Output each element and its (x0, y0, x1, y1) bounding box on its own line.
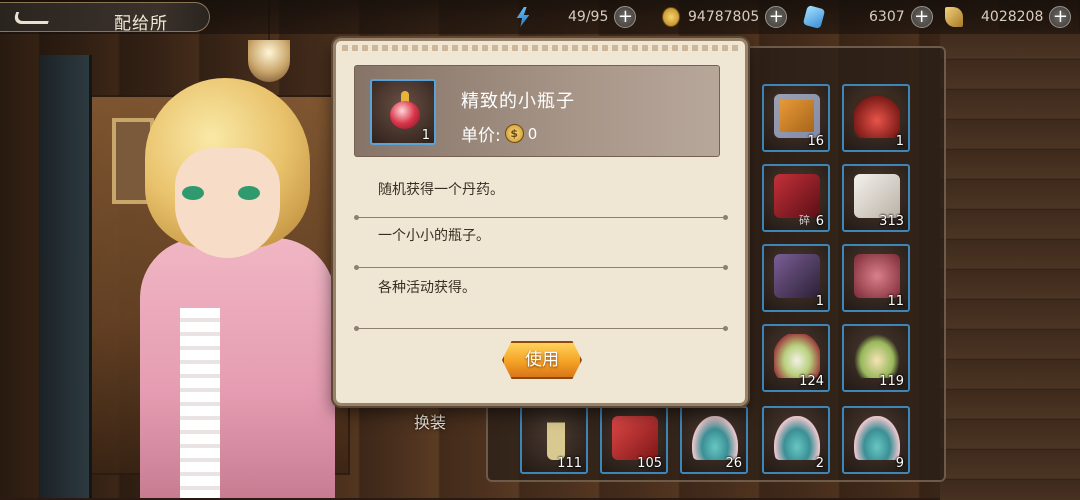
token-resource: 4028208 + (945, 4, 1072, 30)
lotus-icon (692, 416, 738, 460)
popup-trim (342, 45, 739, 51)
character-body (140, 238, 335, 498)
token-value: 4028208 (981, 9, 1044, 25)
use-button[interactable]: 使用 (502, 341, 582, 379)
price-label: 单价: (461, 126, 501, 146)
slot-count: 26 (725, 456, 742, 471)
slot-count: 2 (815, 456, 824, 471)
slot-count: 11 (887, 294, 904, 309)
lotus-icon (854, 416, 900, 460)
character-face (175, 148, 280, 258)
energy-value: 49/95 (568, 9, 609, 25)
slot-count: 111 (557, 456, 582, 471)
gem-value: 6307 (869, 9, 905, 25)
slot-count: 313 (879, 214, 904, 229)
dice-icon (854, 174, 900, 218)
potion-bottle-icon (854, 94, 900, 138)
inventory-slot[interactable]: 16 (762, 84, 830, 152)
add-coins-button[interactable]: + (765, 6, 788, 28)
inventory-slot[interactable]: 313 (842, 164, 910, 232)
right-wall (940, 30, 1080, 500)
feast-plate-icon (854, 334, 900, 378)
gourd-icon (854, 254, 900, 298)
inventory-slot[interactable]: 1 (762, 244, 830, 312)
lotus-icon (774, 416, 820, 460)
item-slot: 1 (370, 79, 436, 145)
character-eye-right (238, 186, 260, 200)
energy-resource: 49/95 + (514, 4, 637, 30)
slot-count: 9 (895, 456, 904, 471)
change-outfit-button[interactable]: 换装 (414, 409, 446, 433)
red-scroll-icon (612, 416, 658, 460)
slot-tag: 碎 (799, 214, 810, 227)
slot-count: 16 (807, 134, 824, 149)
salad-plate-icon (774, 334, 820, 378)
page-title: 配给所 (114, 14, 168, 34)
red-package-icon (774, 174, 820, 218)
coin-resource: 94787805 + (662, 4, 788, 30)
gift-box-icon (774, 94, 820, 138)
vial-icon (547, 416, 565, 460)
character-shirt (180, 308, 220, 498)
door (40, 55, 92, 498)
gem-resource: 6307 + (802, 4, 933, 30)
inventory-slot[interactable]: 124 (762, 324, 830, 392)
character-portrait (140, 78, 340, 498)
inventory-slot[interactable]: 119 (842, 324, 910, 392)
add-energy-button[interactable]: + (614, 6, 637, 28)
add-tokens-button[interactable]: + (1049, 6, 1072, 28)
slot-count: 1 (895, 134, 904, 149)
inventory-slot[interactable]: 11 (842, 244, 910, 312)
slot-count: 105 (637, 456, 662, 471)
potion-bottle-icon (390, 91, 420, 131)
slot-count: 119 (879, 374, 904, 389)
add-gems-button[interactable]: + (910, 6, 933, 28)
token-icon (945, 7, 963, 27)
inventory-slot[interactable]: 碎 6 (762, 164, 830, 232)
energy-icon (516, 7, 530, 27)
back-button[interactable]: 配给所 (0, 2, 210, 34)
inventory-slot[interactable]: 105 (600, 406, 668, 474)
inventory-slot[interactable]: 111 (520, 406, 588, 474)
item-detail-popup: 1 精致的小瓶子 单价: $ 0 随机获得一个丹药。 一个小小的瓶子。 各种活动… (333, 38, 748, 406)
item-name: 精致的小瓶子 (461, 91, 575, 112)
gem-icon (802, 5, 826, 29)
price-row: 单价: $ 0 (461, 121, 537, 146)
inventory-slot[interactable]: 1 (842, 84, 910, 152)
inventory-slot[interactable]: 2 (762, 406, 830, 474)
item-description-effect: 随机获得一个丹药。 (378, 182, 504, 198)
item-description-flavor: 一个小小的瓶子。 (378, 228, 490, 244)
divider (354, 326, 728, 331)
ceiling-lamp (248, 40, 290, 82)
coin-value: 94787805 (688, 9, 760, 25)
slot-count: 124 (799, 374, 824, 389)
coin-icon: $ (504, 124, 524, 143)
inventory-slot[interactable]: 9 (842, 406, 910, 474)
coin-icon (662, 7, 680, 27)
slot-count: 6 (815, 214, 824, 229)
character-eye-left (182, 186, 204, 200)
top-bar: 配给所 49/95 + 94787805 + 6307 + 4028208 + (0, 0, 1080, 34)
slot-count: 1 (815, 294, 824, 309)
divider (354, 215, 728, 220)
inventory-slot[interactable]: 26 (680, 406, 748, 474)
item-quantity: 1 (421, 128, 430, 143)
price-value: 0 (527, 124, 538, 143)
divider (354, 265, 728, 270)
item-description-source: 各种活动获得。 (378, 280, 476, 296)
back-arrow-icon (11, 12, 53, 24)
blade-icon (774, 254, 820, 298)
